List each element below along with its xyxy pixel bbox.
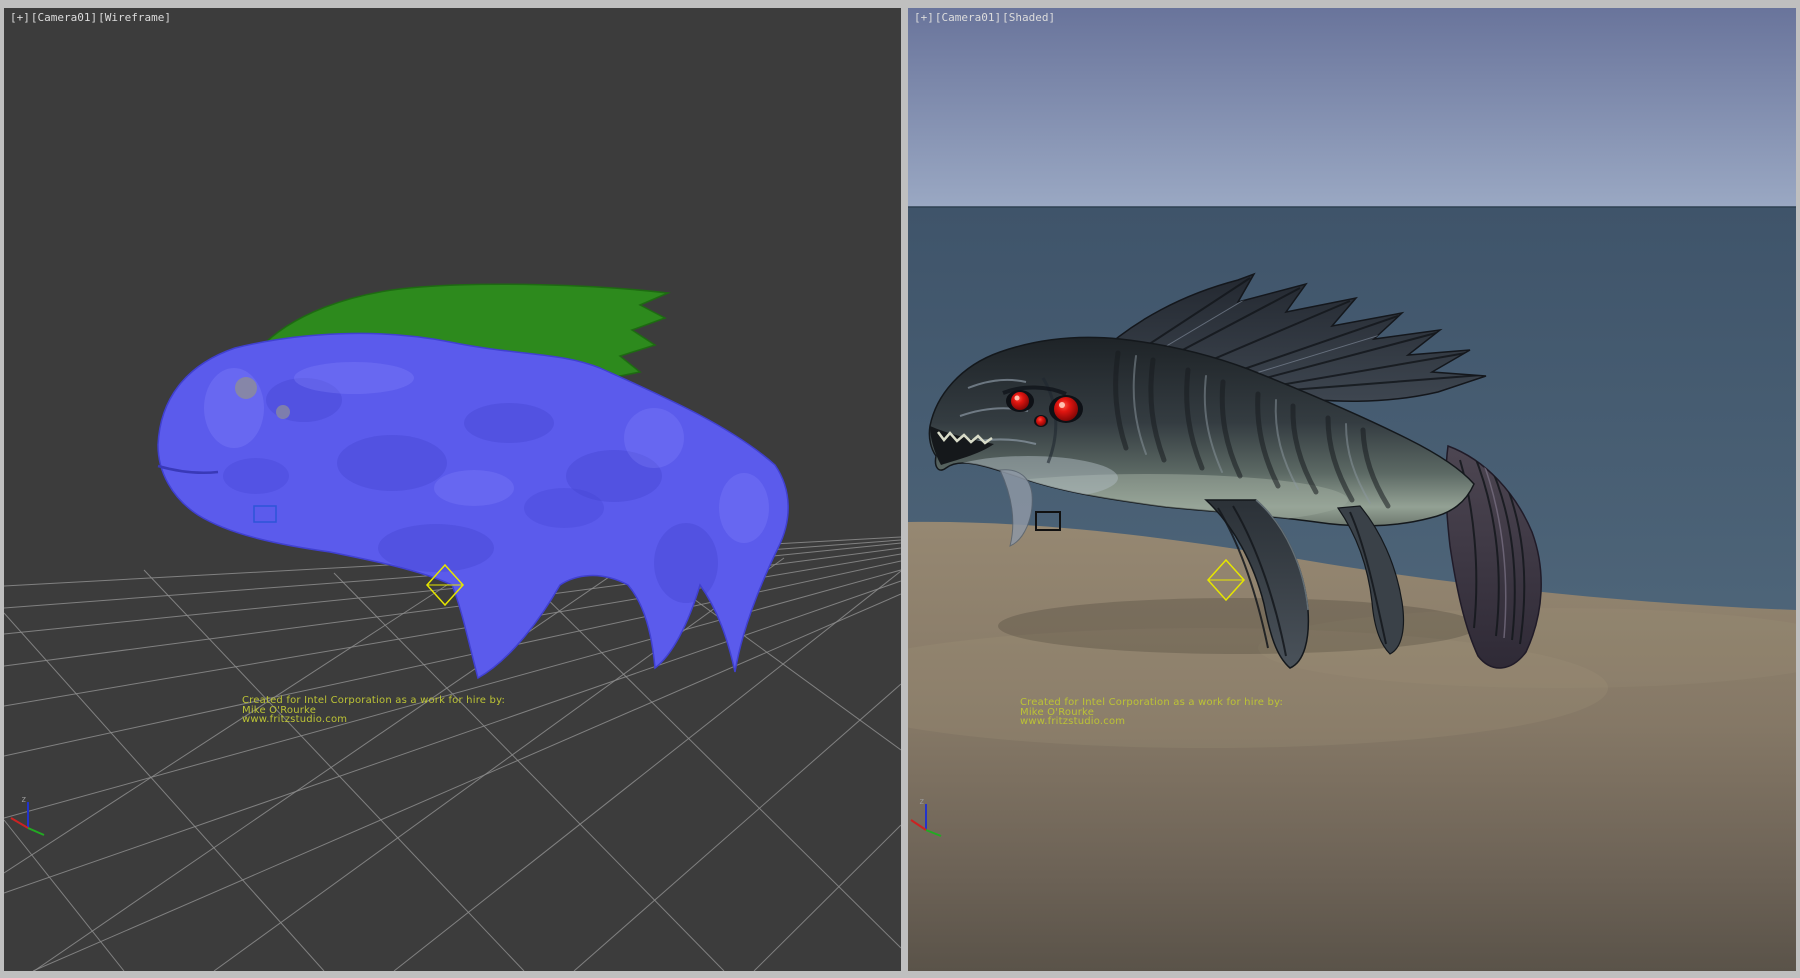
watermark-line3: www.fritzstudio.com [1020, 717, 1283, 727]
watermark-line3: www.fritzstudio.com [242, 715, 505, 725]
fish-shadow [998, 598, 1478, 654]
viewport-label-left: [+][Camera01][Wireframe] [10, 11, 172, 24]
viewport-menu-shading-left[interactable]: [Wireframe] [98, 11, 171, 24]
sky [908, 8, 1796, 207]
fish-eye-left [1011, 392, 1029, 410]
viewport-menu-general-left[interactable]: [+] [10, 11, 30, 24]
viewport-menu-shading-right[interactable]: [Shaded] [1002, 11, 1055, 24]
viewport-menu-pov-right[interactable]: [Camera01] [935, 11, 1001, 24]
fish-eye-small [1036, 416, 1046, 426]
viewport-right: [+][Camera01][Shaded] [908, 8, 1796, 971]
viewport-menu-general-right[interactable]: [+] [914, 11, 934, 24]
axis-z-label-right: z [919, 797, 924, 807]
scene-watermark-left: Created for Intel Corporation as a work … [242, 696, 505, 725]
viewport-label-right: [+][Camera01][Shaded] [914, 11, 1056, 24]
fish-eye-spot-small [276, 405, 290, 419]
axis-z-label-left: z [21, 795, 26, 805]
fish-eye-right [1054, 397, 1078, 421]
viewport-splitter[interactable] [901, 8, 908, 971]
viewport-left: [+][Camera01][Wireframe] [4, 8, 901, 971]
viewport-menu-pov-left[interactable]: [Camera01] [31, 11, 97, 24]
viewport-frame: [+][Camera01][Wireframe] [0, 0, 1800, 978]
viewport-canvas-right[interactable]: z [908, 8, 1796, 971]
viewport-canvas-left[interactable]: z [4, 8, 901, 971]
fish-eye-spot-large [235, 377, 257, 399]
scene-watermark-right: Created for Intel Corporation as a work … [1020, 698, 1283, 727]
